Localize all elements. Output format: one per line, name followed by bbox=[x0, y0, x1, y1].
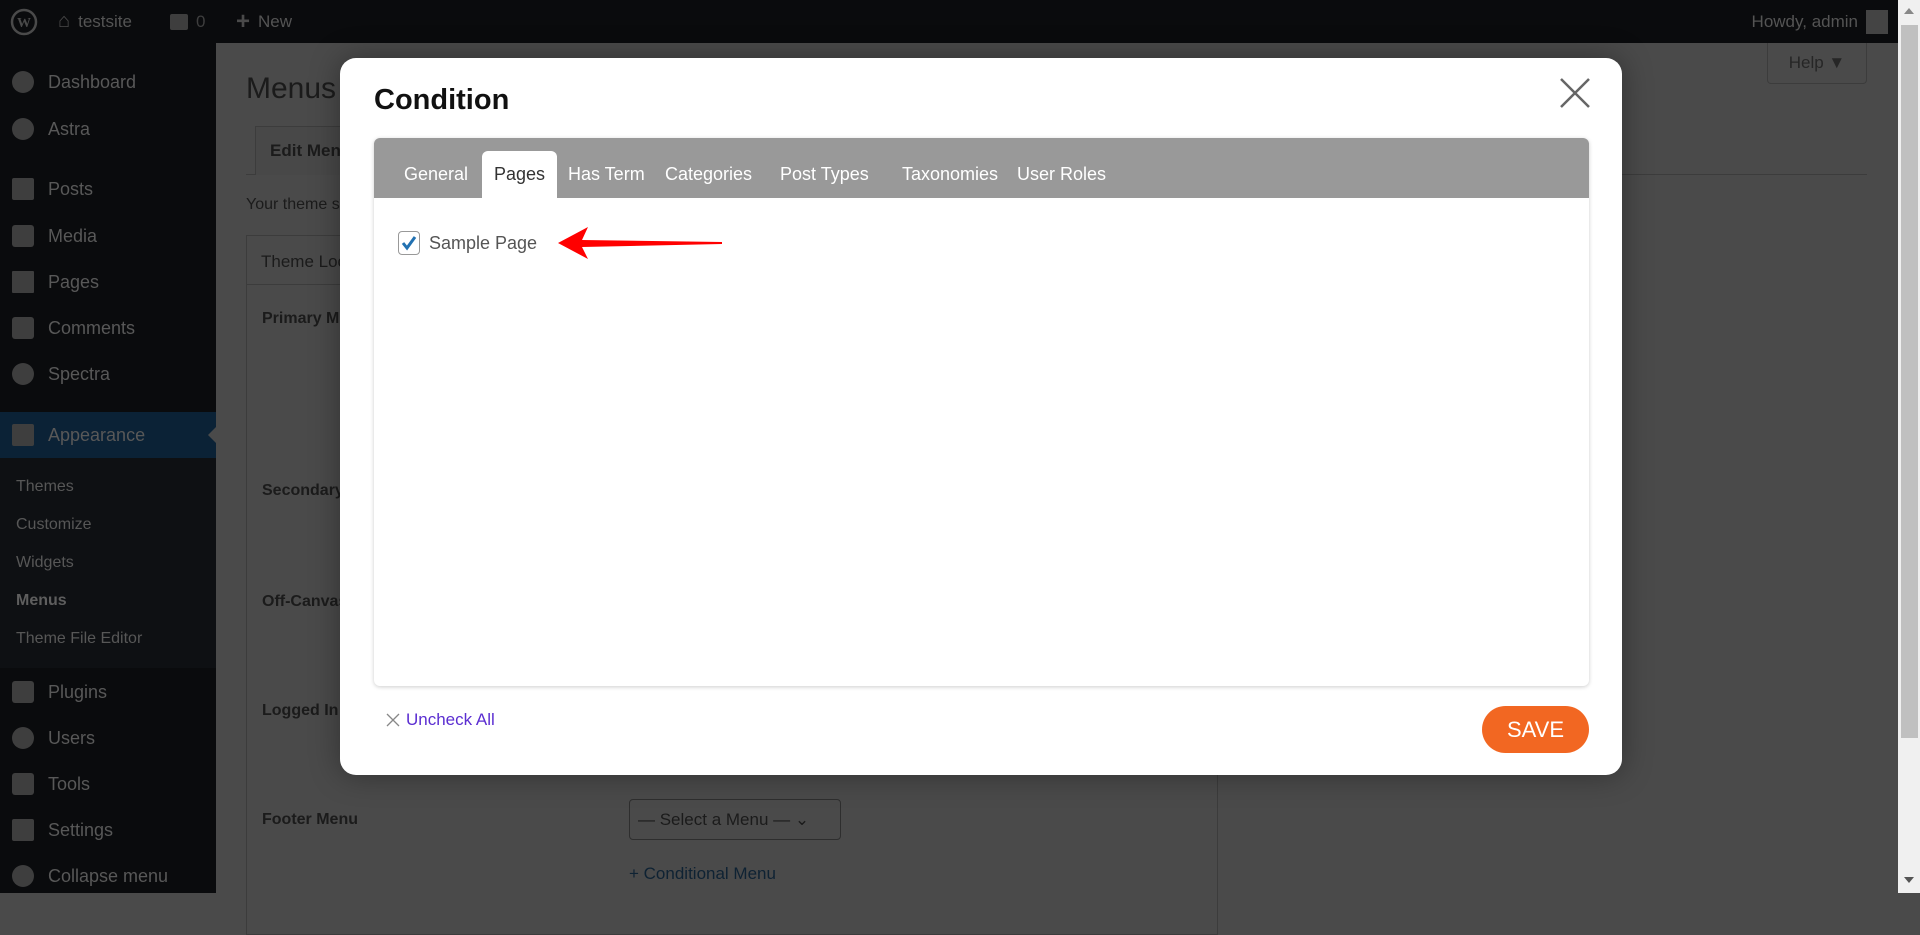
condition-panel: General Pages Has Term Categories Post T… bbox=[374, 138, 1589, 686]
collapse-menu[interactable]: Collapse menu bbox=[0, 854, 216, 898]
red-arrow-annotation bbox=[558, 227, 722, 259]
comment-icon bbox=[170, 13, 188, 30]
wordpress-logo-icon[interactable]: W bbox=[10, 0, 38, 43]
account-menu[interactable]: Howdy, admin bbox=[1752, 0, 1888, 43]
modal-title: Condition bbox=[374, 84, 510, 116]
tab-user-roles[interactable]: User Roles bbox=[1005, 151, 1118, 198]
sidebar-item-tools[interactable]: Tools bbox=[0, 762, 216, 806]
scroll-up-icon[interactable] bbox=[1904, 8, 1914, 14]
uncheck-all-link[interactable]: Uncheck All bbox=[386, 710, 495, 730]
checkbox-checked[interactable] bbox=[398, 231, 420, 255]
pin-icon bbox=[12, 178, 34, 200]
plus-icon: + bbox=[236, 7, 251, 35]
sidebar-item-astra[interactable]: Astra bbox=[0, 107, 216, 151]
sidebar-item-dashboard[interactable]: Dashboard bbox=[0, 60, 216, 104]
sidebar-item-plugins[interactable]: Plugins bbox=[0, 670, 216, 714]
close-icon bbox=[386, 713, 400, 727]
sidebar-item-comments[interactable]: Comments bbox=[0, 306, 216, 350]
submenu-menus[interactable]: Menus bbox=[0, 582, 216, 620]
comment-icon bbox=[12, 317, 34, 339]
wrench-icon bbox=[12, 773, 34, 795]
avatar bbox=[1866, 9, 1888, 34]
admin-bar: W ⌂ testsite 0 + New Howdy, admin bbox=[0, 0, 1898, 43]
tab-general[interactable]: General bbox=[392, 151, 480, 198]
home-icon: ⌂ bbox=[58, 10, 71, 32]
svg-text:W: W bbox=[17, 16, 31, 31]
spectra-icon bbox=[12, 363, 34, 385]
sidebar-item-pages[interactable]: Pages bbox=[0, 260, 216, 304]
submenu-widgets[interactable]: Widgets bbox=[0, 544, 216, 582]
pages-icon bbox=[12, 271, 34, 293]
save-button[interactable]: SAVE bbox=[1482, 706, 1589, 753]
site-link[interactable]: ⌂ testsite bbox=[58, 0, 132, 43]
paintbrush-icon bbox=[12, 424, 34, 446]
help-button[interactable]: Help ▼ bbox=[1767, 43, 1867, 84]
checkmark-icon bbox=[401, 236, 417, 251]
scrollbar-thumb[interactable] bbox=[1901, 25, 1918, 738]
chevron-down-icon: ⌄ bbox=[794, 810, 810, 829]
plug-icon bbox=[12, 681, 34, 703]
page-title: Menus bbox=[246, 72, 337, 105]
dashboard-icon bbox=[12, 71, 34, 93]
condition-modal: Condition General Pages Has Term Categor… bbox=[340, 58, 1622, 775]
sidebar-item-media[interactable]: Media bbox=[0, 214, 216, 258]
close-icon[interactable] bbox=[1558, 76, 1592, 110]
tab-categories[interactable]: Categories bbox=[653, 151, 764, 198]
tab-has-term[interactable]: Has Term bbox=[556, 151, 657, 198]
sidebar-item-posts[interactable]: Posts bbox=[0, 167, 216, 211]
submenu-themes[interactable]: Themes bbox=[0, 468, 216, 506]
footer-menu-select[interactable]: — Select a Menu — ⌄ bbox=[629, 799, 841, 840]
astra-icon bbox=[12, 118, 34, 140]
sidebar-item-appearance[interactable]: Appearance bbox=[0, 412, 216, 458]
condition-tabs: General Pages Has Term Categories Post T… bbox=[374, 138, 1589, 198]
new-link[interactable]: + New bbox=[236, 0, 292, 43]
current-indicator bbox=[200, 427, 216, 443]
tab-pages[interactable]: Pages bbox=[482, 151, 558, 198]
conditional-menu-link[interactable]: + Conditional Menu bbox=[629, 864, 776, 884]
scrollbar[interactable] bbox=[1898, 0, 1920, 893]
location-row: Footer Menu bbox=[262, 811, 358, 828]
user-icon bbox=[12, 727, 34, 749]
tab-taxonomies[interactable]: Taxonomies bbox=[890, 151, 1010, 198]
tab-post-types[interactable]: Post Types bbox=[768, 151, 881, 198]
sidebar-item-spectra[interactable]: Spectra bbox=[0, 352, 216, 396]
comments-link[interactable]: 0 bbox=[170, 0, 205, 43]
media-icon bbox=[12, 225, 34, 247]
page-option-sample-page[interactable]: Sample Page bbox=[398, 231, 537, 255]
scroll-down-icon[interactable] bbox=[1904, 877, 1914, 883]
collapse-icon bbox=[12, 865, 34, 887]
admin-sidebar: Dashboard Astra Posts Media Pages Commen… bbox=[0, 43, 216, 893]
submenu-customize[interactable]: Customize bbox=[0, 506, 216, 544]
sidebar-item-users[interactable]: Users bbox=[0, 716, 216, 760]
sidebar-item-settings[interactable]: Settings bbox=[0, 808, 216, 852]
submenu-theme-file-editor[interactable]: Theme File Editor bbox=[0, 620, 216, 658]
settings-icon bbox=[12, 819, 34, 841]
